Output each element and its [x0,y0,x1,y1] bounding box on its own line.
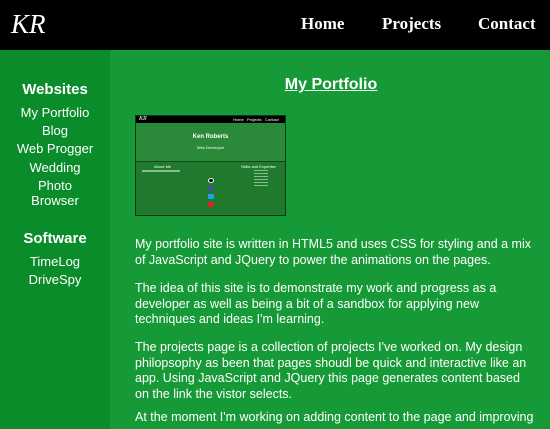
thumbnail-nav-home: Home [233,117,244,122]
thumbnail-about-text [142,170,180,172]
sidebar-item-wedding[interactable]: Wedding [0,160,110,176]
portfolio-screenshot-thumbnail: KR Home Projects Contact Ken Roberts Web… [135,115,286,216]
sidebar-item-browser[interactable]: Browser [0,193,110,209]
thumbnail-skills-list [254,170,268,186]
thumbnail-role: Web Developer [196,145,225,150]
paragraph-intro: My portfolio site is written in HTML5 an… [135,237,531,267]
sidebar-item-my-portfolio[interactable]: My Portfolio [0,105,110,121]
nav-projects-link[interactable]: Projects [382,14,441,34]
facebook-icon [208,186,214,191]
thumbnail-header-bar [136,116,285,123]
paragraph-current-work: At the moment I'm working on adding cont… [135,410,534,424]
thumbnail-nav-projects: Projects [247,117,262,122]
page-title: My Portfolio [284,76,378,93]
site-logo[interactable]: KR [11,9,46,40]
sidebar: Websites My Portfolio Blog Web Progger W… [0,50,110,429]
thumbnail-name: Ken Roberts [192,134,229,140]
paragraph-idea: The idea of this site is to demonstrate … [135,281,497,326]
thumbnail-banner [136,123,285,161]
github-icon [208,178,214,183]
sidebar-item-photo[interactable]: Photo [0,178,110,194]
paragraph-projects: The projects page is a collection of pro… [135,340,527,401]
sidebar-item-timelog[interactable]: TimeLog [0,254,110,270]
youtube-icon [208,202,214,207]
sidebar-heading-websites: Websites [22,81,88,98]
sidebar-heading-software: Software [23,230,87,247]
nav-home-link[interactable]: Home [301,14,344,34]
thumbnail-logo: KR [139,116,147,122]
thumbnail-about-heading: About Me [154,164,172,169]
sidebar-item-blog[interactable]: Blog [0,123,110,139]
main-content: My Portfolio KR Home Projects Contact Ke… [110,50,550,429]
top-nav-bar: KR Home Projects Contact [0,0,550,50]
sidebar-item-web-progger[interactable]: Web Progger [0,141,110,157]
nav-contact-link[interactable]: Contact [478,14,536,34]
thumbnail-divider [136,161,285,162]
sidebar-item-drivespy[interactable]: DriveSpy [0,272,110,288]
twitter-icon [208,194,214,199]
thumbnail-skills-heading: Skills and Expertise [241,164,276,169]
thumbnail-nav-contact: Contact [265,117,279,122]
